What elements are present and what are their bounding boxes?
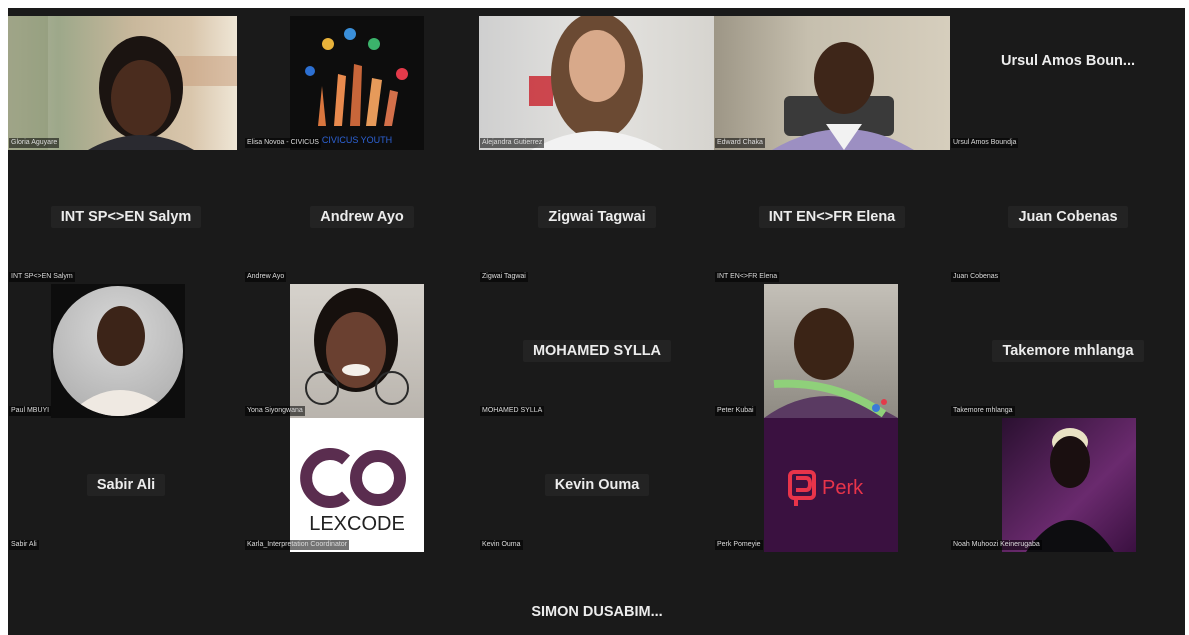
video-feed <box>290 284 424 418</box>
participant-label: Karla_Interpretation Coordinator <box>245 540 350 550</box>
logo-text: CIVICUS YOUTH <box>322 135 392 145</box>
participant-tile[interactable]: Kevin Ouma Kevin Ouma <box>479 418 715 552</box>
person-silhouette <box>67 306 175 416</box>
participant-label: Andrew Ayo <box>245 272 287 282</box>
participant-label: Peter Kubai <box>715 406 756 416</box>
participant-label: Alejandra Gutierrez <box>480 138 545 148</box>
meeting-gallery: Gloria Aguyare CIVICUS YOUTH Elisa Novoa… <box>8 8 1185 635</box>
participant-name: Ursul Amos Boun... <box>1001 53 1135 69</box>
video-feed <box>714 16 950 150</box>
logo-text: Perk <box>822 477 864 499</box>
civicus-logo: CIVICUS YOUTH <box>290 16 424 150</box>
participant-label: MOHAMED SYLLA <box>480 406 545 416</box>
participant-tile[interactable]: Alejandra Gutierrez <box>479 16 715 150</box>
video-feed <box>8 16 237 150</box>
participant-label: Paul MBUYI <box>9 406 52 416</box>
participant-tile[interactable]: Juan Cobenas Juan Cobenas <box>950 150 1185 284</box>
person-silhouette <box>764 308 898 418</box>
participant-name: Kevin Ouma <box>544 474 650 496</box>
participant-name: Sabir Ali <box>86 474 166 496</box>
participant-label: Noah Muhoozi Keinerugaba <box>951 540 1042 550</box>
participant-tile[interactable]: Andrew Ayo Andrew Ayo <box>244 150 480 284</box>
participant-label: Perk Pomeyie <box>715 540 763 550</box>
participant-name: INT SP<>EN Salym <box>50 206 202 228</box>
video-feed <box>764 284 898 418</box>
participant-tile[interactable]: INT EN<>FR Elena INT EN<>FR Elena <box>714 150 950 284</box>
participant-name: INT EN<>FR Elena <box>758 206 906 228</box>
person-silhouette <box>8 16 237 150</box>
participant-tile[interactable]: Noah Muhoozi Keinerugaba <box>950 418 1185 552</box>
participant-label: Juan Cobenas <box>951 272 1001 282</box>
participant-tile[interactable]: Sabir Ali Sabir Ali <box>8 418 244 552</box>
participant-label: Edward Chaka <box>715 138 765 148</box>
participant-tile[interactable]: LEXCODE Karla_Interpretation Coordinator <box>244 418 480 552</box>
participant-name: Andrew Ayo <box>310 206 414 228</box>
participant-label: Zigwai Tagwai <box>480 272 528 282</box>
participant-label: Gloria Aguyare <box>9 138 60 148</box>
participant-label: Elisa Novoa - CIVICUS <box>245 138 321 148</box>
participant-tile[interactable]: Peter Kubai <box>714 284 950 418</box>
video-feed <box>1002 418 1136 552</box>
avatar <box>51 284 185 418</box>
participant-label: INT EN<>FR Elena <box>715 272 780 282</box>
participant-label: Takemore mhlanga <box>951 406 1015 416</box>
person-silhouette <box>305 288 409 405</box>
participant-tile[interactable]: MOHAMED SYLLA MOHAMED SYLLA <box>479 284 715 418</box>
participant-name: Zigwai Tagwai <box>538 206 656 228</box>
participant-tile[interactable]: Yona Siyongwana <box>244 284 480 418</box>
participant-name: Takemore mhlanga <box>992 340 1144 362</box>
participant-label: Kevin Ouma <box>480 540 523 550</box>
participant-tile[interactable]: Paul MBUYI <box>8 284 244 418</box>
person-silhouette <box>1026 428 1114 552</box>
participant-tile[interactable]: Perk Perk Pomeyie <box>714 418 950 552</box>
participant-tile[interactable]: Edward Chaka <box>714 16 950 150</box>
participant-label: Sabir Ali <box>9 540 39 550</box>
participant-tile[interactable]: Takemore mhlanga Takemore mhlanga <box>950 284 1185 418</box>
participant-label: INT SP<>EN Salym <box>9 272 75 282</box>
person-silhouette <box>772 42 914 150</box>
participant-name: SIMON DUSABIM... <box>531 603 663 620</box>
participant-tile[interactable]: CIVICUS YOUTH Elisa Novoa - CIVICUS <box>244 16 480 150</box>
participant-tile[interactable]: Ursul Amos Boun... Ursul Amos Boundja <box>950 16 1185 150</box>
participant-name: MOHAMED SYLLA <box>522 340 672 362</box>
logo-text: LEXCODE <box>309 513 405 535</box>
participant-tile[interactable]: Gloria Aguyare <box>8 16 244 150</box>
participant-label: Yona Siyongwana <box>245 406 305 416</box>
participant-tile[interactable]: INT SP<>EN Salym INT SP<>EN Salym <box>8 150 244 284</box>
video-feed <box>479 16 715 150</box>
participant-name: Juan Cobenas <box>1008 206 1128 228</box>
participant-label: Ursul Amos Boundja <box>951 138 1019 148</box>
perk-logo: Perk <box>764 418 898 552</box>
person-silhouette <box>529 16 663 150</box>
lexcode-logo: LEXCODE <box>290 418 424 552</box>
participant-tile[interactable]: Zigwai Tagwai Zigwai Tagwai <box>479 150 715 284</box>
participant-tile[interactable]: SIMON DUSABIM... <box>479 552 715 635</box>
